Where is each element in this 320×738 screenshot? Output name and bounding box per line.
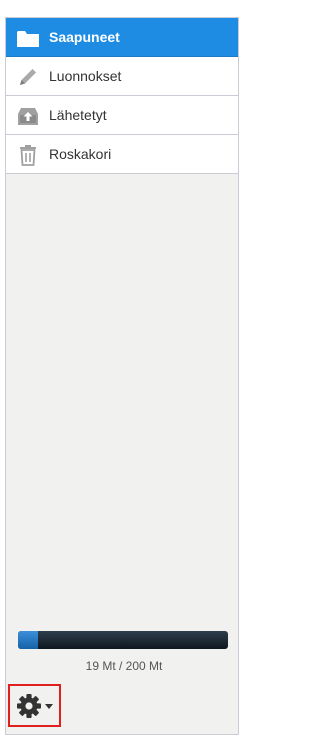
quota-text: 19 Mt / 200 Mt: [85, 659, 163, 673]
outbox-icon: [16, 104, 40, 128]
folder-label: Saapuneet: [49, 29, 120, 45]
folder-sent[interactable]: Lähetetyt: [6, 96, 238, 135]
folder-panel: Saapuneet Luonnokset Lähetetyt Roskakori…: [5, 17, 239, 735]
folder-label: Luonnokset: [49, 68, 122, 84]
storage-quota: 19 Mt / 200 Mt: [18, 631, 230, 673]
quota-progress-bar: [18, 631, 228, 649]
folder-label: Roskakori: [49, 146, 112, 162]
gear-icon: [16, 693, 53, 718]
folder-label: Lähetetyt: [49, 107, 107, 123]
quota-progress-fill: [18, 631, 38, 649]
folder-inbox[interactable]: Saapuneet: [6, 18, 238, 57]
folder-trash[interactable]: Roskakori: [6, 135, 238, 174]
caret-down-icon: [44, 703, 53, 709]
pencil-icon: [16, 65, 40, 89]
folder-icon: [16, 26, 40, 50]
folder-list: Saapuneet Luonnokset Lähetetyt Roskakori: [6, 18, 238, 174]
settings-menu-button[interactable]: [8, 684, 61, 727]
trash-icon: [16, 143, 40, 167]
folder-drafts[interactable]: Luonnokset: [6, 57, 238, 96]
